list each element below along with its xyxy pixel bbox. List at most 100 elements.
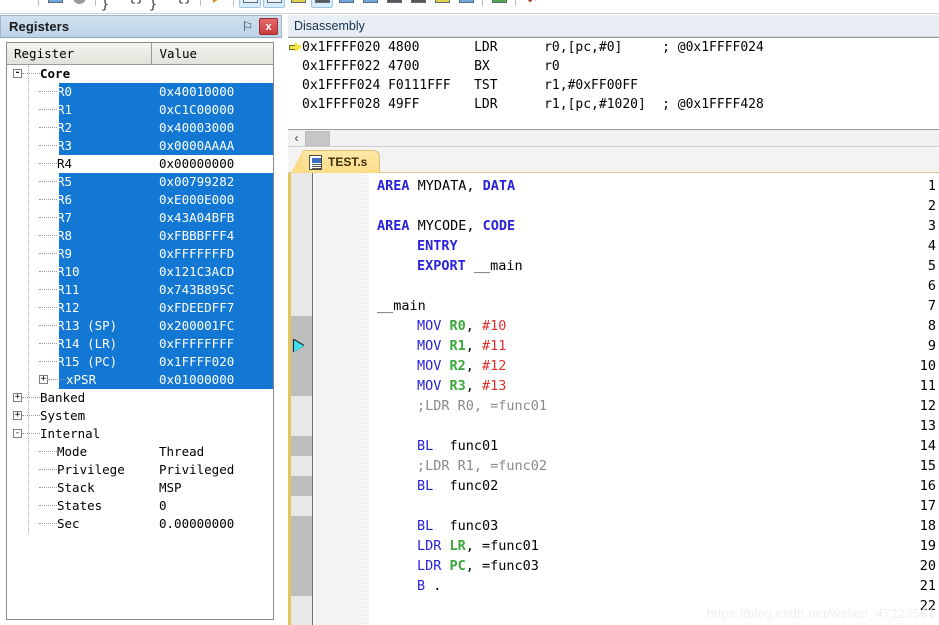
registers-window-button[interactable] xyxy=(311,0,333,8)
register-label: Privilege xyxy=(57,462,125,477)
register-row[interactable]: R3 0x0000AAAA xyxy=(7,137,273,155)
reset-button[interactable]: RST xyxy=(5,0,33,8)
register-row[interactable]: R14 (LR) 0xFFFFFFFF xyxy=(7,335,273,353)
editor-line[interactable]: 11 MOV R3, #13 xyxy=(291,376,939,396)
memory-window-button[interactable] xyxy=(383,0,405,8)
collapse-icon[interactable]: - xyxy=(13,69,22,78)
step-over-button[interactable]: { } xyxy=(101,0,123,12)
code-text: ;LDR R1, =func02 xyxy=(417,456,547,476)
register-row[interactable]: R4 0x00000000 xyxy=(7,155,273,173)
step-into-button[interactable] xyxy=(44,0,66,8)
disassembly-row[interactable]: 0x1FFFF020 4800 LDR r0,[pc,#0] ; @0x1FFFF02… xyxy=(288,38,939,57)
system-viewer-button[interactable] xyxy=(488,0,510,8)
editor-line[interactable]: 2 xyxy=(291,196,939,216)
step-out-button[interactable]: {} xyxy=(125,0,147,8)
register-row[interactable]: - Core xyxy=(7,65,273,83)
analysis-window-button[interactable] xyxy=(431,0,453,8)
registers-tree[interactable]: Register Value - Core R0 0x40010000 R1 0xC1C0… xyxy=(6,42,274,620)
collapse-icon[interactable]: - xyxy=(13,429,22,438)
call-stack-window-button[interactable] xyxy=(335,0,357,8)
register-row[interactable]: Sec 0.00000000 xyxy=(7,515,273,533)
disassembly-row[interactable]: 0x1FFFF022 4700 BX r0 xyxy=(288,57,939,76)
editor-line[interactable]: 4 ENTRY xyxy=(291,236,939,256)
editor-line[interactable]: 19 LDR LR, =func01 xyxy=(291,536,939,556)
editor-line[interactable]: 15 ;LDR R1, =func02 xyxy=(291,456,939,476)
scroll-left-icon[interactable]: ‹ xyxy=(288,130,305,147)
register-label: Internal xyxy=(40,426,101,441)
editor-line[interactable]: 9 MOV R1, #11 xyxy=(291,336,939,356)
register-row[interactable]: R13 (SP) 0x200001FC xyxy=(7,317,273,335)
source-editor[interactable]: 1 AREA MYDATA, DATA 2 3 AREA MYCODE, CODE 4 EN… xyxy=(288,173,939,625)
editor-line[interactable]: 6 xyxy=(291,276,939,296)
code-token: PC xyxy=(449,558,466,574)
editor-line[interactable]: 20 LDR PC, =func03 xyxy=(291,556,939,576)
register-row[interactable]: Stack MSP xyxy=(7,479,273,497)
register-row[interactable]: R12 0xFDEEDFF7 xyxy=(7,299,273,317)
register-label: R14 (LR) xyxy=(57,336,118,351)
close-icon[interactable]: x xyxy=(259,18,278,35)
register-label: R1 xyxy=(57,102,73,117)
editor-line[interactable]: 7 __main xyxy=(291,296,939,316)
scrollbar-thumb[interactable] xyxy=(305,130,330,146)
disassembly-row[interactable]: 0x1FFFF024 F0111FFF TST r1,#0xFF00FF xyxy=(288,76,939,95)
column-header-register[interactable]: Register xyxy=(7,43,153,65)
register-row[interactable]: R1 0xC1C00000 xyxy=(7,101,273,119)
register-row[interactable]: R11 0x743B895C xyxy=(7,281,273,299)
register-row[interactable]: R10 0x121C3ACD xyxy=(7,263,273,281)
register-row[interactable]: R8 0xFBBBFFF4 xyxy=(7,227,273,245)
editor-line[interactable]: 18 BL func03 xyxy=(291,516,939,536)
editor-line[interactable]: 12 ;LDR R0, =func01 xyxy=(291,396,939,416)
editor-line[interactable]: 13 xyxy=(291,416,939,436)
column-header-value[interactable]: Value xyxy=(152,43,273,65)
editor-line[interactable]: 3 AREA MYCODE, CODE xyxy=(291,216,939,236)
editor-line[interactable]: 22 xyxy=(291,596,939,616)
register-row[interactable]: R5 0x00799282 xyxy=(7,173,273,191)
disassembly-horizontal-scrollbar[interactable]: ‹ xyxy=(288,130,939,147)
register-row[interactable]: States 0 xyxy=(7,497,273,515)
register-row[interactable]: + xPSR 0x01000000 xyxy=(7,371,273,389)
expand-icon[interactable]: + xyxy=(13,411,22,420)
register-row[interactable]: R0 0x40010000 xyxy=(7,83,273,101)
register-row[interactable]: R15 (PC) 0x1FFFF020 xyxy=(7,353,273,371)
editor-line[interactable]: 21 B . xyxy=(291,576,939,596)
disassembly-title: Disassembly xyxy=(294,18,365,33)
register-row[interactable]: + Banked xyxy=(7,389,273,407)
register-row[interactable]: R6 0xE000E000 xyxy=(7,191,273,209)
toolbox-button[interactable]: ✖ xyxy=(521,0,543,8)
editor-line[interactable]: 10 MOV R2, #12 xyxy=(291,356,939,376)
register-row[interactable]: Mode Thread xyxy=(7,443,273,461)
code-text: BL func03 xyxy=(417,516,498,536)
editor-line[interactable]: 14 BL func01 xyxy=(291,436,939,456)
editor-line[interactable]: 16 BL func02 xyxy=(291,476,939,496)
line-number: 1 xyxy=(927,178,936,194)
register-row[interactable]: R9 0xFFFFFFFD xyxy=(7,245,273,263)
register-label: Sec xyxy=(57,516,80,531)
register-row[interactable]: - Internal xyxy=(7,425,273,443)
editor-line[interactable]: 1 AREA MYDATA, DATA xyxy=(291,176,939,196)
trace-window-button[interactable] xyxy=(455,0,477,8)
watch-window-button[interactable] xyxy=(359,0,381,8)
editor-line[interactable]: 5 EXPORT __main xyxy=(291,256,939,276)
tab-test-s[interactable]: TEST.s xyxy=(290,150,381,173)
disassembly-list[interactable]: 0x1FFFF020 4800 LDR r0,[pc,#0] ; @0x1FFFF02… xyxy=(288,37,939,130)
run-button[interactable] xyxy=(206,0,228,8)
register-row[interactable]: + System xyxy=(7,407,273,425)
stop-button[interactable] xyxy=(68,0,90,8)
editor-line[interactable]: 8 MOV R0, #10 xyxy=(291,316,939,336)
step-brace-button[interactable]: { } xyxy=(149,0,171,12)
register-row[interactable]: Privilege Privileged xyxy=(7,461,273,479)
register-row[interactable]: R7 0x43A04BFB xyxy=(7,209,273,227)
disassembly-operands: r1,#0xFF00FF xyxy=(544,78,639,93)
disassembly-window-button[interactable] xyxy=(263,0,285,8)
disassembly-row[interactable]: 0x1FFFF028 49FF LDR r1,[pc,#1020] ; @0x1FFF… xyxy=(288,95,939,114)
editor-line[interactable]: 17 xyxy=(291,496,939,516)
symbols-window-button[interactable] xyxy=(287,0,309,8)
run-to-cursor-button[interactable]: {} xyxy=(173,0,195,8)
serial-window-button[interactable] xyxy=(407,0,429,8)
register-row[interactable]: R2 0x40003000 xyxy=(7,119,273,137)
expand-icon[interactable]: + xyxy=(39,375,48,384)
expand-icon[interactable]: + xyxy=(13,393,22,402)
window-icon xyxy=(434,0,450,3)
command-window-button[interactable] xyxy=(239,0,261,8)
pin-icon[interactable]: ⚐ xyxy=(239,18,256,35)
